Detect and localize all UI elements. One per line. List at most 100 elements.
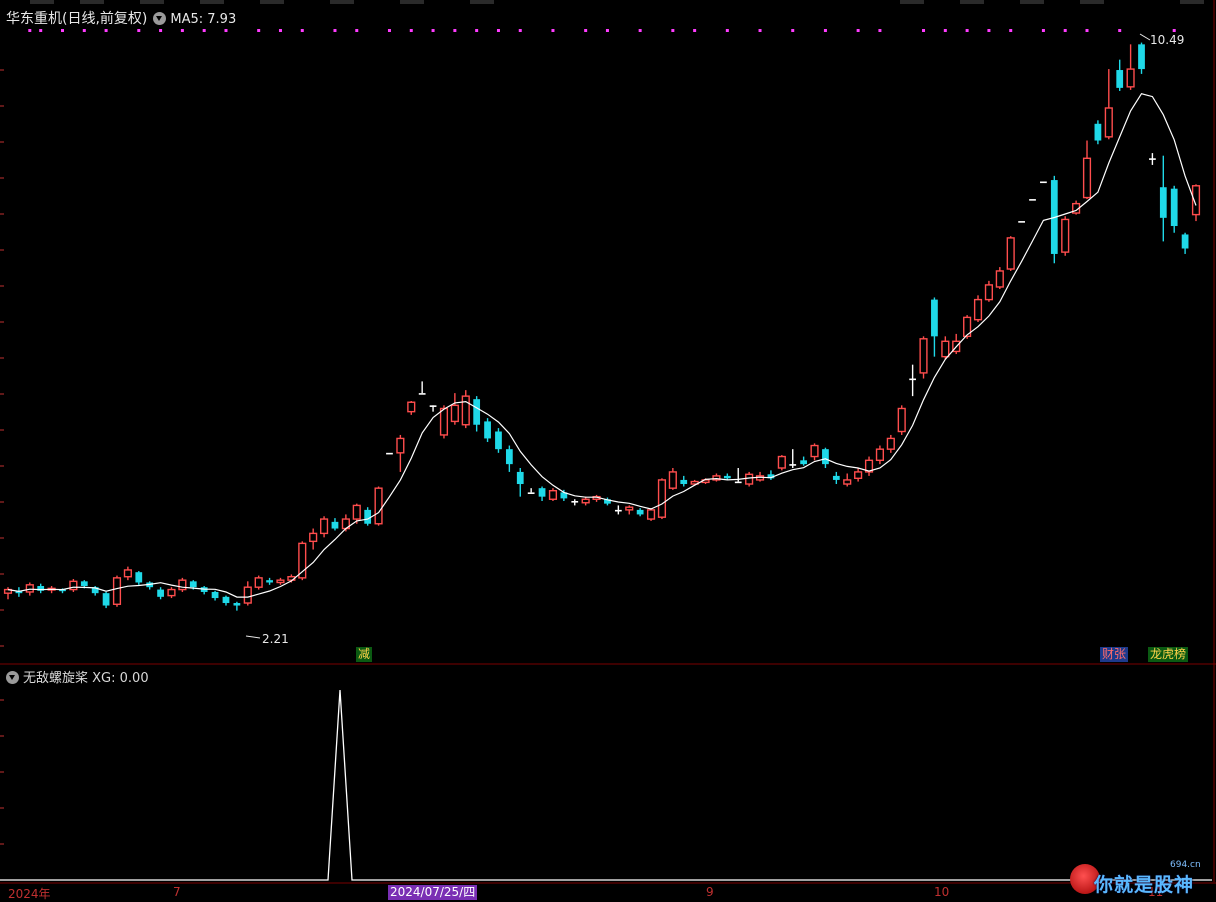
candle-body-up xyxy=(1061,218,1070,253)
candle-body-down xyxy=(364,509,372,524)
indicator-menu-icon[interactable] xyxy=(6,671,19,684)
candle-body-up xyxy=(973,298,983,321)
signal-dot xyxy=(1172,29,1176,32)
candle-body-up xyxy=(374,487,383,525)
candle-body-down xyxy=(1159,187,1167,218)
candle-body-down xyxy=(233,603,241,606)
candle-body-up xyxy=(1006,237,1015,270)
kline-chart[interactable] xyxy=(0,0,1216,902)
event-tag-jian[interactable]: 减 xyxy=(356,647,373,662)
signal-dot xyxy=(496,29,500,32)
candle-body-flat xyxy=(1029,199,1036,201)
candle-body-down xyxy=(505,449,513,465)
event-tag-longhubang[interactable]: 龙虎榜 xyxy=(1148,647,1189,662)
candle-body-up xyxy=(450,404,459,423)
xg-signal-line xyxy=(0,689,1212,881)
candle-body-up xyxy=(843,479,852,485)
candle-body-up xyxy=(112,577,122,605)
signal-dot xyxy=(104,29,108,32)
signal-dot xyxy=(1118,29,1122,32)
candle-body-up xyxy=(439,407,449,436)
indicator-name: 无敌螺旋桨 xyxy=(23,671,89,686)
signal-dot xyxy=(878,29,882,32)
candle-body-up xyxy=(1082,157,1092,199)
candle-body-flat xyxy=(418,393,426,395)
candle-body-down xyxy=(495,431,502,450)
signal-dot xyxy=(987,29,991,32)
signal-dot xyxy=(224,29,228,32)
candle-body-up xyxy=(254,577,263,588)
watermark-site: 694.cn xyxy=(1170,860,1201,870)
candle-body-flat xyxy=(614,509,622,512)
candle-body-flat xyxy=(1018,221,1025,223)
signal-dot xyxy=(180,29,184,32)
signal-dot xyxy=(257,29,261,32)
signal-dot xyxy=(1085,29,1089,32)
candle-body-flat xyxy=(909,378,917,381)
candle-body-flat xyxy=(734,481,742,484)
candle-body-up xyxy=(984,284,993,301)
candle-body-up xyxy=(875,448,885,462)
candle-body-down xyxy=(211,591,219,599)
signal-dot xyxy=(518,29,522,32)
candle-body-up xyxy=(276,579,285,584)
signal-dot xyxy=(409,29,413,32)
candle-body-down xyxy=(1138,44,1145,70)
watermark-text: 你就是股神 xyxy=(1094,874,1195,896)
candle-body-up xyxy=(995,270,1004,288)
candle-body-down xyxy=(102,593,110,606)
candle-body-down xyxy=(832,475,840,480)
candle-body-up xyxy=(625,506,634,511)
candle-body-up xyxy=(396,437,405,454)
candle-body-up xyxy=(319,518,329,535)
candle-body-down xyxy=(222,596,230,604)
candle-body-up xyxy=(167,588,176,597)
candle-body-up xyxy=(298,542,307,579)
candle-body-down xyxy=(822,449,829,465)
candle-body-up xyxy=(777,455,786,469)
candle-body-up xyxy=(919,338,928,374)
candle-body-up xyxy=(886,437,895,450)
signal-dot xyxy=(1041,29,1045,32)
event-tag-caizhang[interactable]: 财张 xyxy=(1100,647,1129,662)
signal-dot xyxy=(823,29,827,32)
candle-body-down xyxy=(266,580,273,583)
candle-body-flat xyxy=(789,464,797,466)
candle-body-up xyxy=(657,479,667,518)
signal-dot xyxy=(453,29,457,32)
high-price-label: 10.49 xyxy=(1150,33,1185,47)
signal-dot xyxy=(725,29,729,32)
candle-body-down xyxy=(680,479,688,485)
candle-body-up xyxy=(1104,107,1113,138)
candle-body-up xyxy=(897,407,906,433)
signal-dot xyxy=(856,29,860,32)
signal-dot xyxy=(60,29,64,32)
signal-dot xyxy=(28,29,32,32)
candle-body-up xyxy=(854,471,863,480)
candle-body-down xyxy=(473,399,481,425)
candle-body-down xyxy=(135,572,143,583)
candle-body-flat xyxy=(1149,158,1156,160)
candle-body-down xyxy=(723,475,731,479)
candle-body-up xyxy=(178,579,187,591)
low-price-label: 2.21 xyxy=(262,632,289,646)
signal-dot xyxy=(671,29,675,32)
candle-body-up xyxy=(461,395,470,426)
candle-body-up xyxy=(548,489,558,500)
candle-body-down xyxy=(1116,70,1124,88)
signal-dot xyxy=(387,29,391,32)
signal-dot xyxy=(693,29,697,32)
signal-dot xyxy=(202,29,206,32)
candle-body-flat xyxy=(386,452,393,455)
candle-body-up xyxy=(309,532,318,543)
ma5-line xyxy=(7,93,1197,598)
candle-body-up xyxy=(25,584,34,593)
candle-body-down xyxy=(484,421,491,439)
candle-body-up xyxy=(407,401,416,413)
high-arrow xyxy=(1139,33,1151,41)
candle-body-up xyxy=(646,509,656,520)
candle-body-down xyxy=(1094,123,1102,141)
selected-date-label: 2024/07/25/四 xyxy=(388,885,478,900)
candle-body-down xyxy=(1181,234,1189,249)
candle-body-down xyxy=(516,471,524,485)
